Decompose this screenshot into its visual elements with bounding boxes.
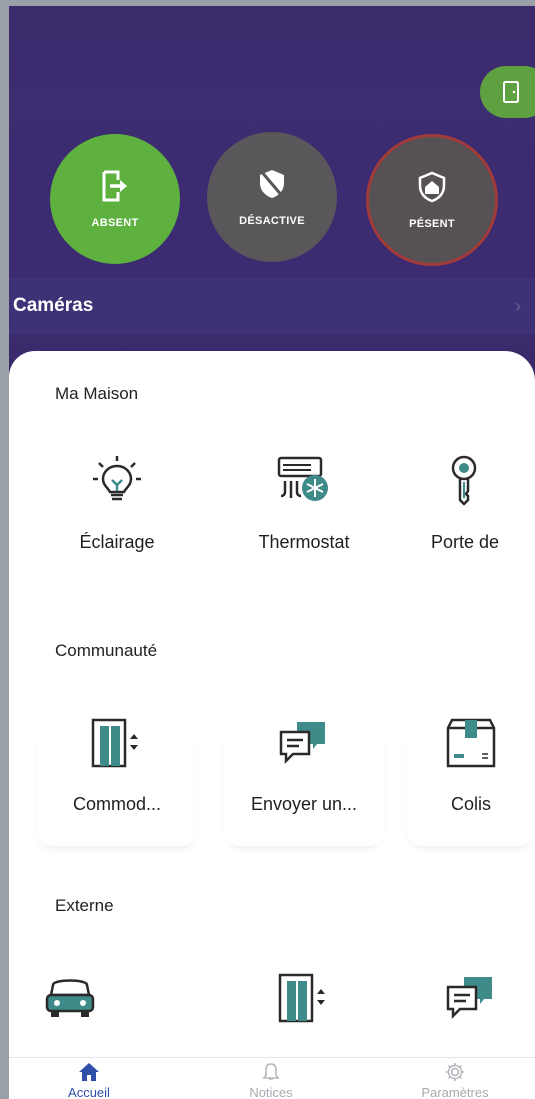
tile-commodites[interactable]: Commod... [37, 716, 197, 846]
main-content: Ma Maison Éclairage Thermostat Porte de … [9, 351, 535, 1063]
section-title-ma-maison: Ma Maison [55, 384, 139, 403]
mode-present-button[interactable]: PÉSENT [366, 134, 498, 266]
tile-porte[interactable]: Porte de [419, 454, 535, 584]
section-title-communaute: Communauté [55, 641, 158, 660]
key-icon [451, 455, 477, 506]
tile-colis[interactable]: Colis [407, 716, 535, 846]
mode-absent-label: ABSENT [91, 217, 139, 229]
car-icon [45, 979, 95, 1017]
app-screen: ABSENT DÉSACTIVE PÉSENT Caméras › Ma Mai… [9, 6, 535, 1099]
chat-bubbles-icon [279, 722, 325, 765]
door-icon [503, 81, 519, 103]
tab-parametres[interactable]: Paramètres [385, 1058, 525, 1099]
gear-icon [446, 1063, 464, 1081]
tile-thermostat[interactable]: Thermostat [224, 454, 384, 584]
cameras-label: Caméras [13, 295, 94, 316]
package-icon [446, 718, 496, 768]
lightbulb-icon [93, 456, 141, 501]
tab-label: Notices [249, 1085, 293, 1099]
mode-present-label: PÉSENT [409, 218, 455, 230]
tile-label: Commod... [72, 794, 162, 814]
chevron-right-icon: › [515, 296, 521, 316]
home-icon [79, 1063, 99, 1081]
tab-label: Accueil [68, 1085, 110, 1099]
elevator-icon [91, 718, 138, 768]
tile-label: Envoyer un... [250, 794, 358, 814]
tile-envoyer-message[interactable]: Envoyer un... [224, 716, 384, 846]
section-title-externe: Externe [55, 896, 114, 915]
chat-bubbles-icon [446, 977, 492, 1020]
mode-desactive-label: DÉSACTIVE [239, 215, 305, 227]
door-button[interactable] [480, 66, 535, 118]
tab-accueil[interactable]: Accueil [19, 1058, 159, 1099]
tile-eclairage[interactable]: Éclairage [37, 454, 197, 584]
elevator-icon [278, 973, 325, 1023]
exit-door-icon [98, 169, 132, 203]
tab-label: Paramètres [421, 1085, 489, 1099]
air-conditioner-icon [277, 456, 328, 501]
tile-label: Porte de [431, 532, 500, 552]
mode-absent-button[interactable]: ABSENT [50, 134, 180, 264]
mode-desactive-button[interactable]: DÉSACTIVE [207, 132, 337, 262]
bottom-tab-bar: Accueil Notices Paramètres [9, 1057, 535, 1099]
tile-label: Éclairage [79, 532, 155, 552]
tile-label: Thermostat [258, 532, 350, 552]
shield-off-icon [255, 167, 289, 201]
home-shield-icon [415, 170, 449, 204]
tab-notices[interactable]: Notices [201, 1058, 341, 1099]
header: ABSENT DÉSACTIVE PÉSENT Caméras › [9, 6, 535, 376]
cameras-bar[interactable]: Caméras › [9, 278, 535, 334]
tile-label: Colis [450, 794, 491, 814]
bell-icon [262, 1063, 280, 1080]
